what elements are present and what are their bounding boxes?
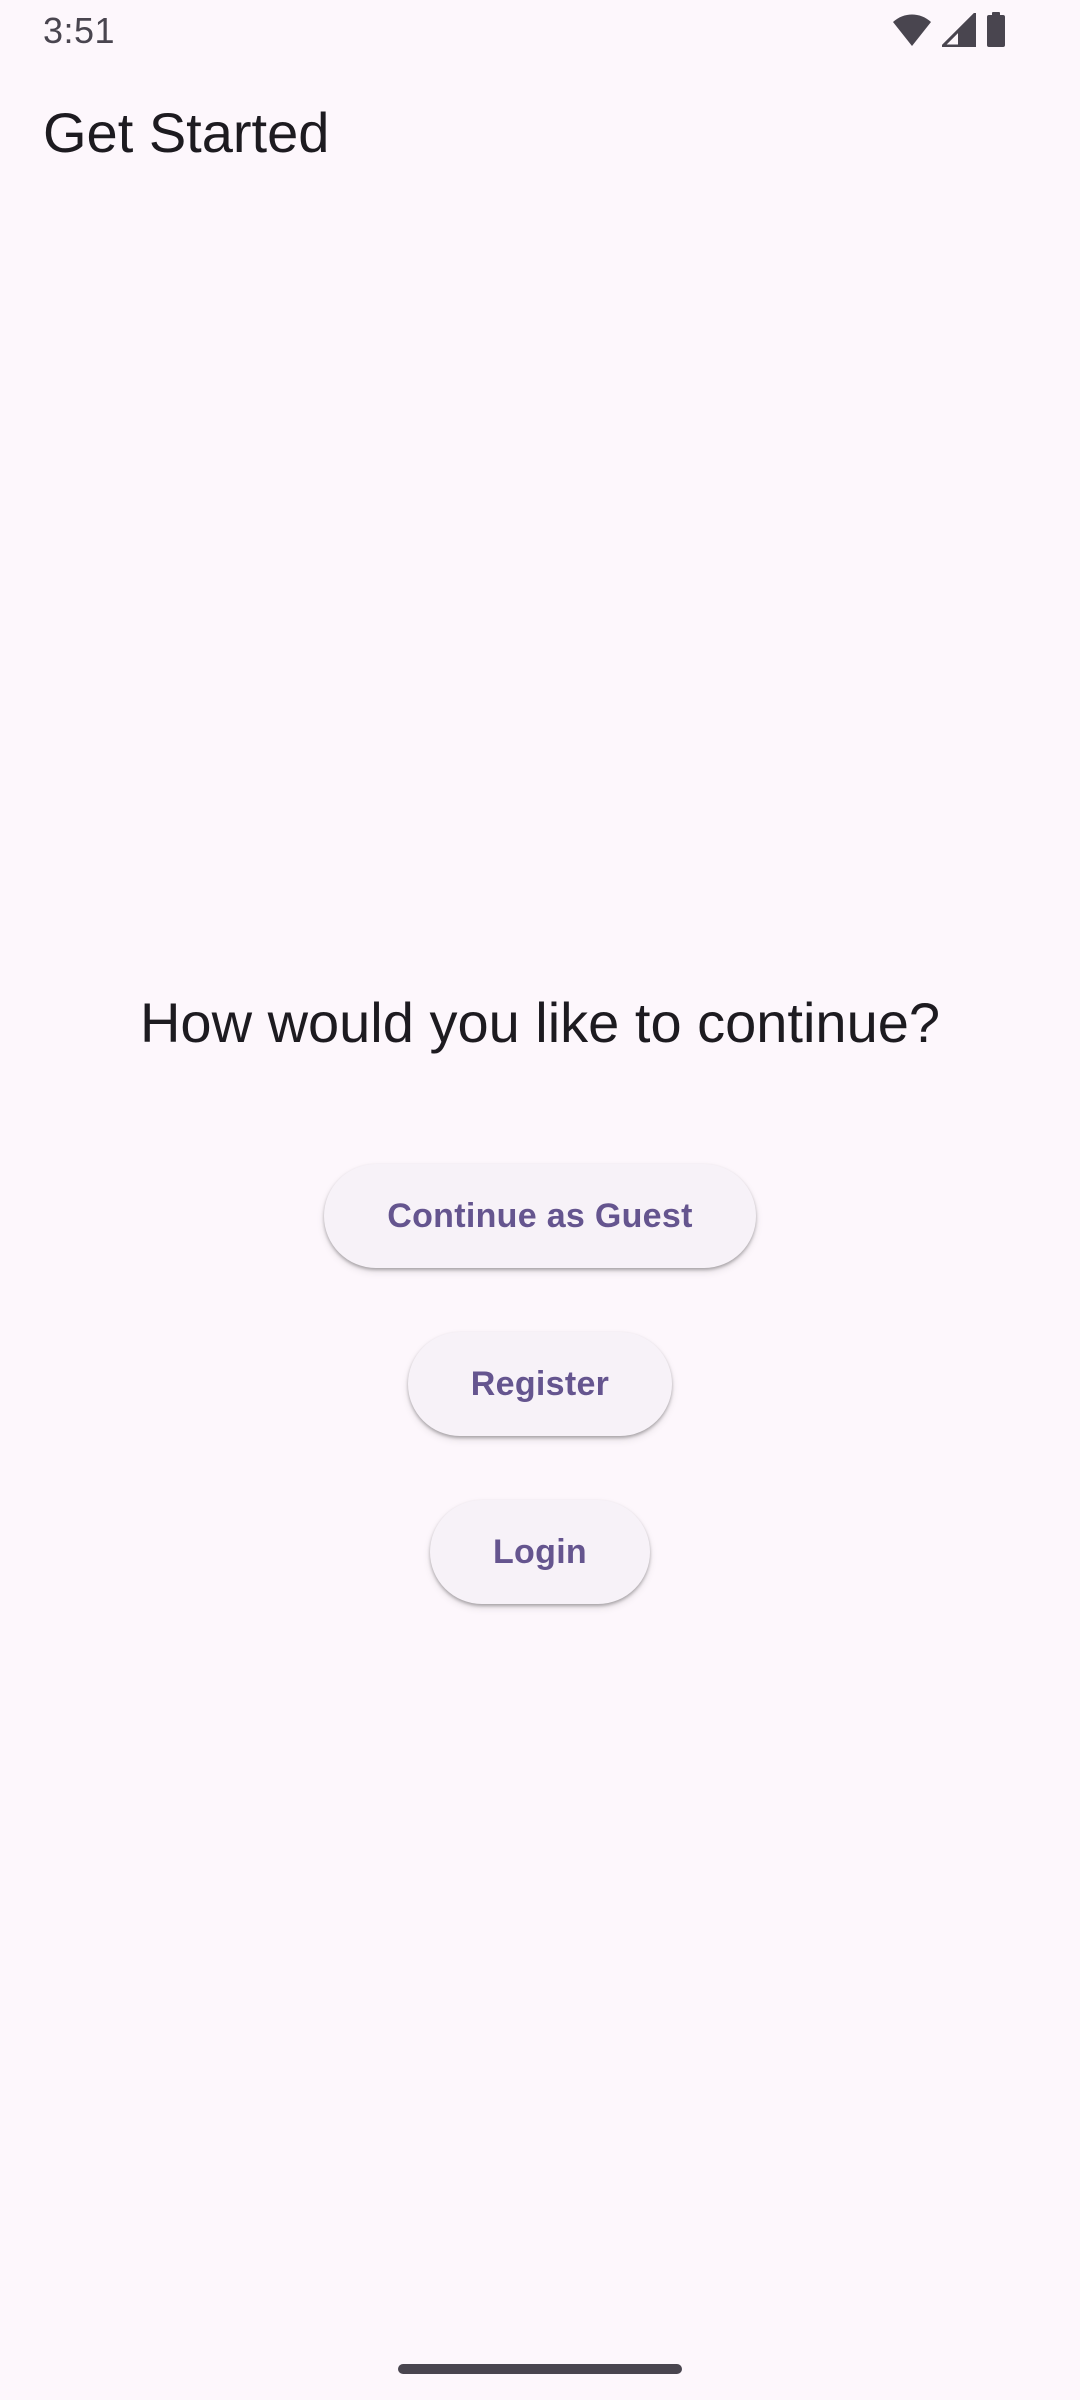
register-label: Register (470, 1364, 610, 1403)
cell-signal-icon (942, 13, 976, 47)
continue-as-guest-label: Continue as Guest (387, 1196, 693, 1235)
register-button[interactable]: Register (408, 1332, 672, 1436)
battery-icon (986, 12, 1006, 48)
app-bar: Get Started (0, 62, 1080, 202)
login-label: Login (492, 1532, 588, 1571)
wifi-icon (892, 13, 932, 47)
home-indicator[interactable] (398, 2364, 682, 2374)
status-time: 3:51 (43, 10, 116, 51)
page-title: Get Started (43, 101, 330, 164)
continue-as-guest-button[interactable]: Continue as Guest (324, 1164, 756, 1268)
continue-prompt: How would you like to continue? (139, 991, 941, 1054)
status-bar: 3:51 (0, 0, 1080, 62)
login-button[interactable]: Login (430, 1500, 650, 1604)
status-icons (892, 12, 1006, 48)
